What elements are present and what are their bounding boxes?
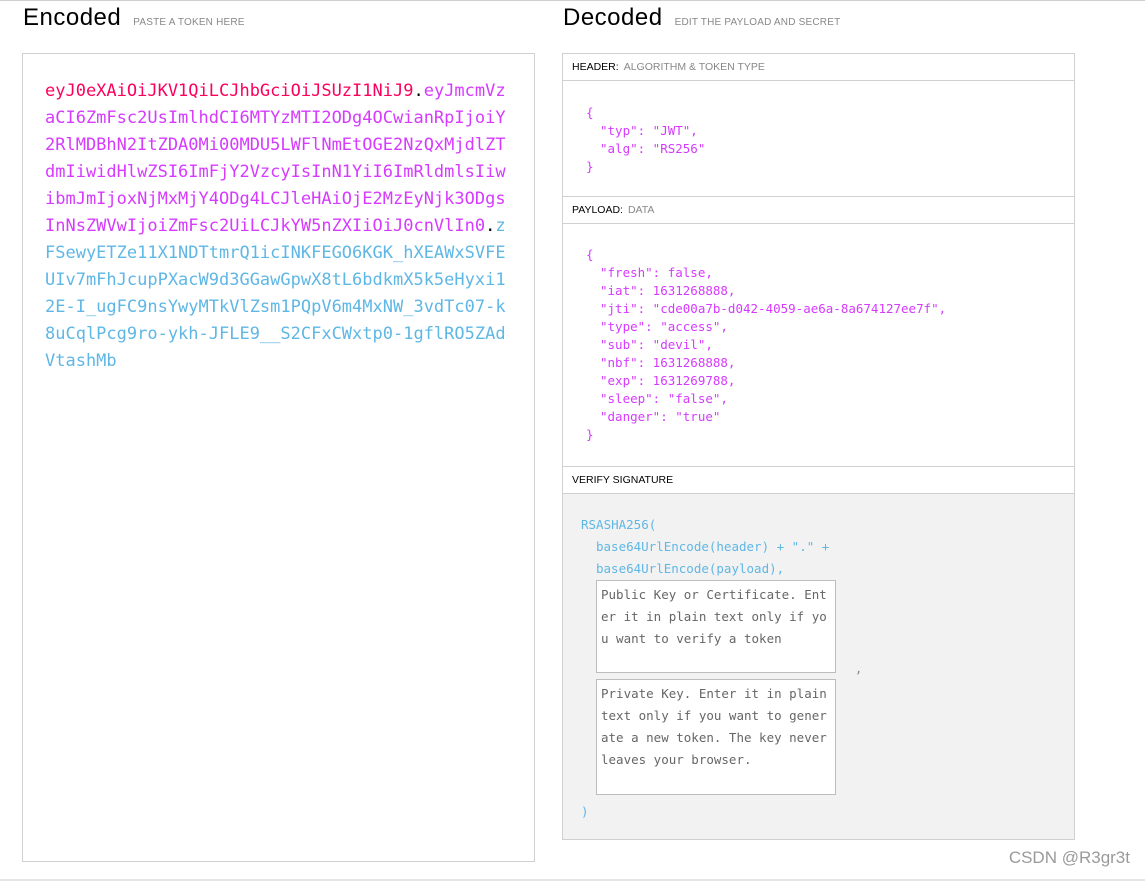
json-line: "fresh": false, [600, 265, 713, 280]
json-line: "typ": "JWT", [600, 123, 698, 138]
token-header-part: eyJ0eXAiOiJKV1QiLCJhbGciOiJSUzI1NiJ9 [45, 81, 414, 101]
json-line: "type": "access", [600, 319, 728, 334]
token-payload-part: eyJmcmVzaCI6ZmFsc2UsImlhdCI6MTYzMTI2ODg4… [45, 81, 506, 236]
json-line: "sub": "devil", [600, 337, 713, 352]
header-section-label: HEADER: [572, 61, 619, 73]
encoded-heading: Encoded PASTE A TOKEN HERE [23, 4, 245, 32]
verify-section-label: VERIFY SIGNATURE [572, 474, 674, 486]
top-divider [0, 0, 1145, 1]
encoded-title: Encoded [23, 4, 122, 31]
json-line: "alg": "RS256" [600, 141, 706, 156]
verify-signature-body: RSASHA256( base64UrlEncode(header) + "."… [563, 494, 1074, 839]
decoded-subtitle: EDIT THE PAYLOAD AND SECRET [674, 17, 841, 28]
verify-algorithm-close: ) [581, 804, 589, 819]
token-separator: . [485, 216, 496, 236]
json-line: "jti": "cde00a7b-d042-4059-ae6a-8a674127… [600, 301, 947, 316]
json-open-brace: { [586, 247, 594, 262]
decoded-panel: HEADER: ALGORITHM & TOKEN TYPE { "typ": … [562, 53, 1075, 840]
token-separator: . [413, 81, 424, 101]
header-json-editor[interactable]: { "typ": "JWT", "alg": "RS256" } [563, 81, 1074, 197]
json-line: "sleep": "false", [600, 391, 728, 406]
decoded-heading: Decoded EDIT THE PAYLOAD AND SECRET [563, 4, 840, 32]
private-key-textarea[interactable]: Private Key. Enter it in plain text only… [596, 679, 836, 795]
decoded-title: Decoded [563, 4, 663, 31]
header-section-heading: HEADER: ALGORITHM & TOKEN TYPE [563, 54, 1074, 81]
json-open-brace: { [586, 105, 594, 120]
token-signature-part: zFSewyETZe11X1NDTtmrQ1icINKFEGO6KGK_hXEA… [45, 216, 506, 371]
public-key-textarea[interactable]: Public Key or Certificate. Enter it in p… [596, 580, 836, 673]
json-line: "exp": 1631269788, [600, 373, 736, 388]
payload-section-sublabel: DATA [627, 204, 655, 216]
watermark: CSDN @R3gr3t [1008, 848, 1130, 867]
key-separator-comma: , [855, 662, 863, 676]
payload-json-editor[interactable]: { "fresh": false, "iat": 1631268888, "jt… [563, 224, 1074, 467]
verify-payload-encode: base64UrlEncode(payload), [596, 561, 785, 576]
verify-section-heading: VERIFY SIGNATURE [563, 467, 1074, 494]
encoded-subtitle: PASTE A TOKEN HERE [133, 17, 245, 28]
json-close-brace: } [586, 159, 594, 174]
payload-section-label: PAYLOAD: [572, 204, 623, 216]
json-line: "iat": 1631268888, [600, 283, 736, 298]
payload-section-heading: PAYLOAD: DATA [563, 197, 1074, 224]
json-line: "danger": "true" [600, 409, 721, 424]
header-section-sublabel: ALGORITHM & TOKEN TYPE [623, 61, 765, 73]
encoded-token-input[interactable]: eyJ0eXAiOiJKV1QiLCJhbGciOiJSUzI1NiJ9.eyJ… [22, 53, 535, 862]
json-close-brace: } [586, 427, 594, 442]
verify-algorithm-open: RSASHA256( [581, 517, 657, 532]
json-line: "nbf": 1631268888, [600, 355, 736, 370]
verify-header-encode: base64UrlEncode(header) + "." + [596, 539, 830, 554]
